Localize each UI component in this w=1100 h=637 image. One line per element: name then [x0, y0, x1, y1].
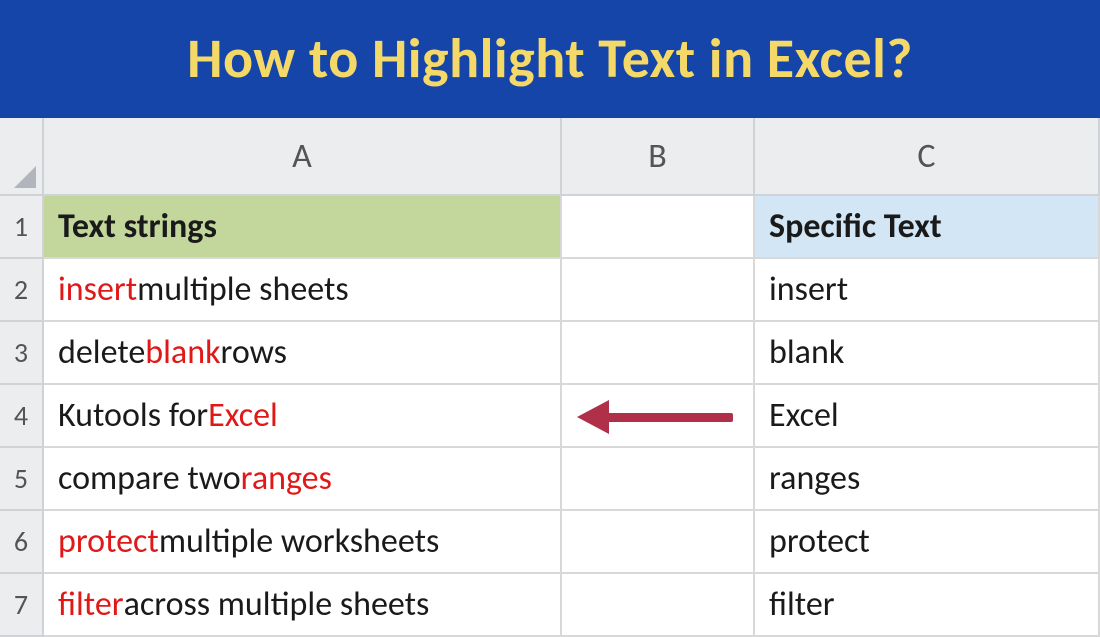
- cell-b7[interactable]: [562, 574, 755, 637]
- cell-text: multiple worksheets: [159, 521, 439, 562]
- cell-b5[interactable]: [562, 448, 755, 511]
- arrow-left-icon: [583, 404, 733, 428]
- cell-a1[interactable]: Text strings: [44, 196, 562, 259]
- spreadsheet: A B C 1 Text strings Specific Text 2 ins…: [0, 118, 1100, 637]
- column-header-b[interactable]: B: [562, 118, 755, 196]
- cell-c6[interactable]: protect: [755, 511, 1100, 574]
- row-header[interactable]: 4: [0, 385, 44, 448]
- cell-a5[interactable]: compare two ranges: [44, 448, 562, 511]
- highlighted-text: protect: [58, 521, 159, 562]
- row-header[interactable]: 7: [0, 574, 44, 637]
- cell-text: across multiple sheets: [124, 584, 430, 625]
- cell-text: multiple sheets: [137, 269, 349, 310]
- cell-a4[interactable]: Kutools for Excel: [44, 385, 562, 448]
- cell-c5[interactable]: ranges: [755, 448, 1100, 511]
- cell-text: rows: [221, 332, 287, 373]
- cell-c1[interactable]: Specific Text: [755, 196, 1100, 259]
- select-all-corner[interactable]: [0, 118, 44, 196]
- cell-c4[interactable]: Excel: [755, 385, 1100, 448]
- highlighted-text: Excel: [208, 395, 278, 436]
- row-header[interactable]: 2: [0, 259, 44, 322]
- highlighted-text: insert: [58, 269, 137, 310]
- cell-c3[interactable]: blank: [755, 322, 1100, 385]
- cell-c2[interactable]: insert: [755, 259, 1100, 322]
- cell-a3[interactable]: delete blank rows: [44, 322, 562, 385]
- cell-b2[interactable]: [562, 259, 755, 322]
- cell-c7[interactable]: filter: [755, 574, 1100, 637]
- highlighted-text: blank: [145, 332, 220, 373]
- row-header[interactable]: 5: [0, 448, 44, 511]
- cell-text: Kutools for: [58, 395, 208, 436]
- cell-b3[interactable]: [562, 322, 755, 385]
- cell-b6[interactable]: [562, 511, 755, 574]
- banner-title: How to Highlight Text in Excel?: [187, 25, 913, 93]
- cell-b1[interactable]: [562, 196, 755, 259]
- cell-text: compare two: [58, 458, 241, 499]
- title-banner: How to Highlight Text in Excel?: [0, 0, 1100, 118]
- row-header[interactable]: 1: [0, 196, 44, 259]
- cell-b4[interactable]: [562, 385, 755, 448]
- highlighted-text: ranges: [241, 458, 332, 499]
- column-header-a[interactable]: A: [44, 118, 562, 196]
- row-header[interactable]: 3: [0, 322, 44, 385]
- cell-a6[interactable]: protect multiple worksheets: [44, 511, 562, 574]
- cell-a2[interactable]: insert multiple sheets: [44, 259, 562, 322]
- highlighted-text: filter: [58, 584, 124, 625]
- row-header[interactable]: 6: [0, 511, 44, 574]
- cell-a7[interactable]: filter across multiple sheets: [44, 574, 562, 637]
- cell-text: delete: [58, 332, 145, 373]
- column-header-c[interactable]: C: [755, 118, 1100, 196]
